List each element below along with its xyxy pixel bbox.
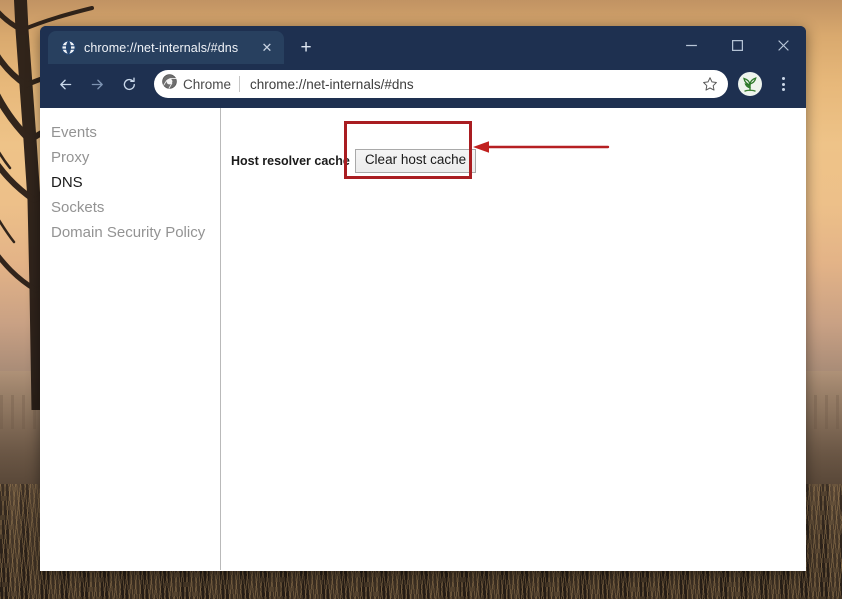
tab-close-icon[interactable]: ✕ [258, 39, 276, 57]
new-tab-button[interactable]: + [292, 33, 320, 61]
window-controls [668, 26, 806, 64]
clear-host-cache-button[interactable]: Clear host cache [354, 149, 477, 173]
host-resolver-cache-label: Host resolver cache [231, 153, 350, 168]
tab-title: chrome://net-internals/#dns [84, 40, 239, 55]
profile-avatar-icon[interactable] [738, 72, 762, 96]
reload-icon[interactable] [114, 69, 144, 99]
address-bar[interactable]: Chrome chrome://net-internals/#dns [154, 70, 728, 98]
forward-arrow-icon[interactable] [82, 69, 112, 99]
browser-tab[interactable]: chrome://net-internals/#dns ✕ [48, 31, 284, 64]
menu-dot [781, 82, 785, 86]
viewport-bottom-edge [40, 570, 806, 571]
sidebar-item-domain-security-policy[interactable]: Domain Security Policy [51, 220, 220, 245]
chrome-logo-icon [162, 74, 177, 94]
host-resolver-cache-row: Host resolver cache Clear host cache [231, 149, 477, 173]
menu-dot [781, 77, 785, 80]
sidebar-item-sockets[interactable]: Sockets [51, 195, 220, 220]
three-dot-menu-icon[interactable] [770, 71, 796, 97]
dns-panel: Host resolver cache Clear host cache [221, 108, 806, 571]
bookmark-star-icon[interactable] [698, 72, 722, 96]
browser-toolbar: Chrome chrome://net-internals/#dns [40, 64, 806, 108]
omnibox-separator [239, 76, 241, 92]
desktop-wallpaper: chrome://net-internals/#dns ✕ + Chrome c… [0, 0, 842, 599]
sidebar-item-dns[interactable]: DNS [51, 170, 220, 195]
page-viewport: Events Proxy DNS Sockets Domain Security… [40, 108, 806, 571]
close-button[interactable] [760, 26, 806, 64]
sidebar-item-events[interactable]: Events [51, 120, 220, 145]
globe-icon [60, 40, 76, 56]
minimize-button[interactable] [668, 26, 714, 64]
omnibox-chrome-chip: Chrome [162, 74, 244, 94]
omnibox-chip-label: Chrome [183, 76, 232, 92]
maximize-button[interactable] [714, 26, 760, 64]
back-arrow-icon[interactable] [50, 69, 80, 99]
tab-strip: chrome://net-internals/#dns ✕ + [40, 26, 806, 64]
net-internals-sidebar: Events Proxy DNS Sockets Domain Security… [40, 108, 221, 571]
browser-window: chrome://net-internals/#dns ✕ + Chrome c… [40, 26, 806, 571]
sidebar-item-proxy[interactable]: Proxy [51, 145, 220, 170]
menu-dot [781, 88, 785, 91]
omnibox-url-text[interactable]: chrome://net-internals/#dns [250, 77, 692, 92]
annotation-arrow [473, 141, 610, 153]
